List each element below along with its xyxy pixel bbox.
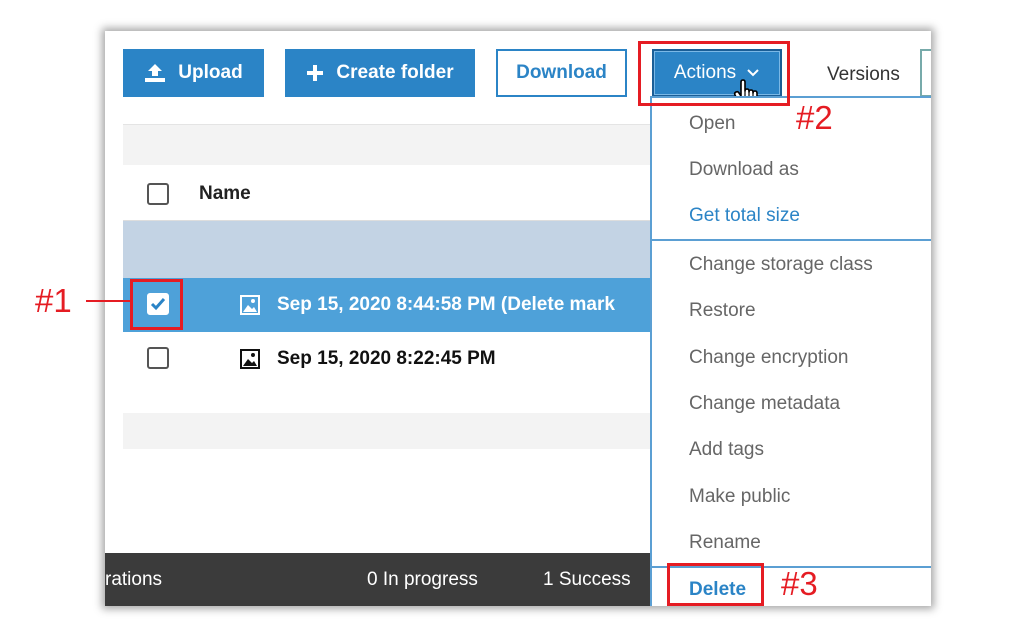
menu-item-open[interactable]: Open <box>689 113 735 135</box>
menu-item-get-total-size[interactable]: Get total size <box>689 205 800 227</box>
actions-dropdown-menu: Open Download as Get total size Change s… <box>650 96 931 606</box>
create-folder-button[interactable]: Create folder <box>285 49 475 97</box>
versions-switch[interactable] <box>920 49 931 97</box>
upload-button[interactable]: Upload <box>123 49 264 97</box>
in-progress-count[interactable]: 0 In progress <box>367 569 478 591</box>
menu-item-change-metadata[interactable]: Change metadata <box>689 393 840 415</box>
menu-item-restore[interactable]: Restore <box>689 300 756 322</box>
table-header: Name <box>123 165 668 221</box>
versions-label: Versions <box>827 64 900 85</box>
versions-toggle[interactable]: Versions <box>827 64 900 86</box>
row-checkbox[interactable] <box>147 347 169 369</box>
menu-item-add-tags[interactable]: Add tags <box>689 439 764 461</box>
step2-highlight-box <box>638 41 790 106</box>
step1-label: #1 <box>35 282 72 319</box>
object-version-name[interactable]: Sep 15, 2020 8:22:45 PM <box>277 348 496 370</box>
menu-divider <box>652 239 931 241</box>
menu-item-make-public[interactable]: Make public <box>689 486 790 508</box>
download-label: Download <box>516 62 607 83</box>
select-all-checkbox[interactable] <box>147 183 169 205</box>
operations-label[interactable]: rations <box>105 569 162 591</box>
menu-item-rename[interactable]: Rename <box>689 532 761 554</box>
parent-object-row <box>123 221 668 278</box>
image-file-icon <box>240 295 260 315</box>
step1-highlight-box <box>130 279 183 330</box>
table-footer-bar <box>123 413 668 449</box>
table-row[interactable]: Sep 15, 2020 8:44:58 PM (Delete mark <box>123 278 668 332</box>
step1-pointer-line <box>86 300 130 302</box>
step3-label: #3 <box>781 565 818 602</box>
plus-icon <box>307 65 324 81</box>
image-file-icon <box>240 349 260 369</box>
menu-item-change-encryption[interactable]: Change encryption <box>689 347 849 369</box>
menu-item-download-as[interactable]: Download as <box>689 159 799 181</box>
download-button[interactable]: Download <box>496 49 627 97</box>
object-version-name[interactable]: Sep 15, 2020 8:44:58 PM (Delete mark <box>277 294 615 316</box>
success-count[interactable]: 1 Success <box>543 569 631 591</box>
menu-item-change-storage-class[interactable]: Change storage class <box>689 254 873 276</box>
create-folder-label: Create folder <box>336 62 454 83</box>
step3-highlight-box <box>667 563 764 606</box>
table-row[interactable]: Sep 15, 2020 8:22:45 PM <box>123 332 668 386</box>
step2-label: #2 <box>796 99 833 136</box>
table-filter-bar <box>123 125 668 165</box>
column-header-name[interactable]: Name <box>199 183 251 205</box>
upload-label: Upload <box>178 62 243 83</box>
upload-icon <box>145 64 166 82</box>
